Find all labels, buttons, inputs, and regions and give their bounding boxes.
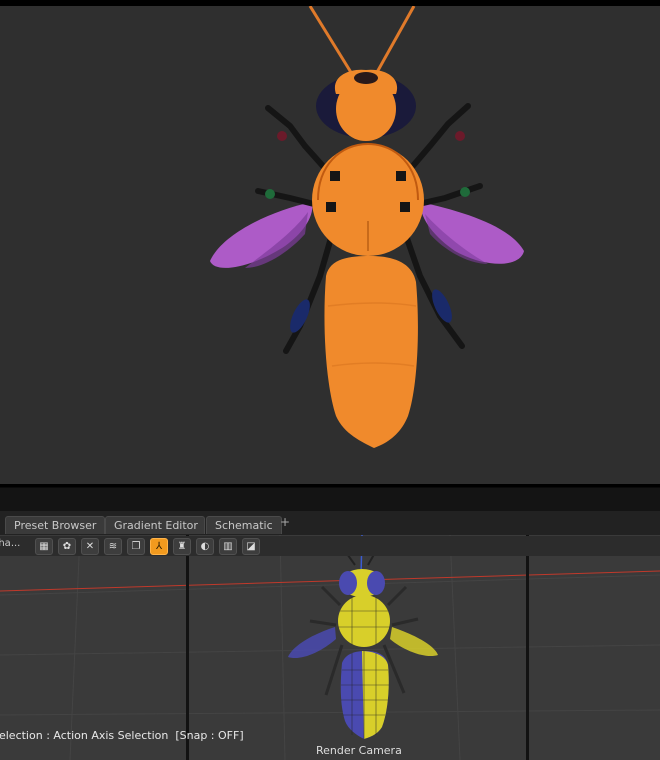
axis-select-icon[interactable]: ⅄ [150,538,168,555]
render-canvas[interactable] [0,6,660,484]
slash-box-icon[interactable]: ◪ [242,538,260,555]
cross-box-icon[interactable]: ✕ [81,538,99,555]
status-text: Selection : Action Axis Selection [Snap … [0,729,244,742]
layers-icon[interactable]: ❐ [127,538,145,555]
tab-bar: Preset Browser Gradient Editor Schematic… [0,511,660,536]
nodes-icon[interactable]: ✿ [58,538,76,555]
schematic-viewport[interactable] [0,535,660,760]
camera-label: Render Camera [316,744,402,757]
panel-divider[interactable] [0,487,660,512]
tab-preset-browser[interactable]: Preset Browser [5,516,105,534]
tab-gradient-editor[interactable]: Gradient Editor [105,516,205,534]
bee-render-image [210,6,524,448]
add-tab-button[interactable]: + [280,515,290,529]
wireframe-bee-view [0,535,660,760]
half-circle-icon[interactable]: ◐ [196,538,214,555]
render-view [0,0,660,487]
tab-schematic[interactable]: Schematic [206,516,282,534]
truncated-panel-label[interactable]: Sha... [0,538,20,549]
gimbal-icon[interactable]: ♜ [173,538,191,555]
pages-icon[interactable]: ▥ [219,538,237,555]
checker-icon[interactable]: ▦ [35,538,53,555]
schematic-toolbar: Sha... ▦ ✿ ✕ ≋ ❐ ⅄ ♜ ◐ ▥ ◪ [0,536,660,556]
wave-icon[interactable]: ≋ [104,538,122,555]
